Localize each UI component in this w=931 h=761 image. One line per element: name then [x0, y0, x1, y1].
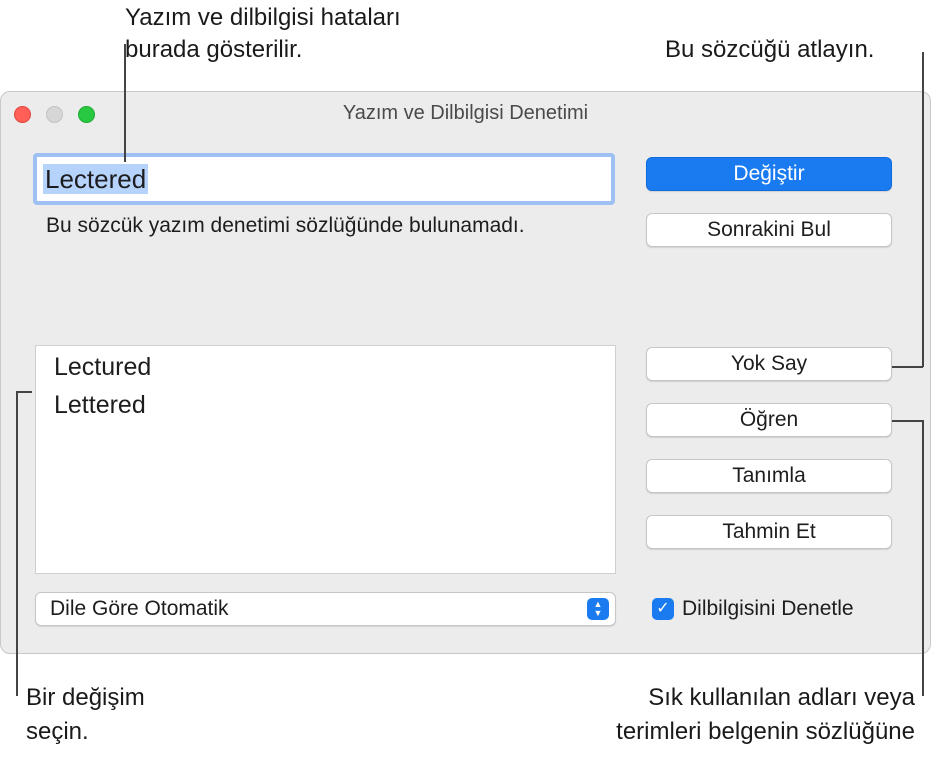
- status-message: Bu sözcük yazım denetimi sözlüğünde bulu…: [46, 214, 525, 237]
- callout-choose-line1: Bir değişim: [26, 684, 145, 711]
- find-next-button[interactable]: Sonrakini Bul: [646, 213, 892, 247]
- callout-learn-line1: Sık kullanılan adları veya: [648, 684, 915, 711]
- misspelled-word-text: Lectered: [43, 164, 149, 194]
- callout-line-errors: [124, 44, 126, 162]
- change-button[interactable]: Değiştir: [646, 157, 892, 191]
- suggestion-item[interactable]: Lectured: [36, 348, 615, 386]
- callout-line-learn-tick: [892, 420, 923, 422]
- callout-choose-line2: seçin.: [26, 718, 89, 745]
- guess-button[interactable]: Tahmin Et: [646, 515, 892, 549]
- callout-line-ignore: [922, 52, 924, 367]
- misspelled-word-field[interactable]: Lectered: [33, 153, 615, 205]
- callout-line-learn: [922, 420, 924, 696]
- checkmark-icon[interactable]: ✓: [652, 598, 674, 620]
- spelling-grammar-window: Yazım ve Dilbilgisi Denetimi Lectered Bu…: [0, 91, 931, 654]
- callout-line-choose-tick: [16, 391, 32, 393]
- ignore-button[interactable]: Yok Say: [646, 347, 892, 381]
- language-select[interactable]: Dile Göre Otomatik ▲ ▼: [35, 592, 616, 626]
- suggestion-item[interactable]: Lettered: [36, 386, 615, 424]
- callout-line-choose: [16, 391, 18, 696]
- close-window-icon[interactable]: [14, 106, 31, 123]
- define-button[interactable]: Tanımla: [646, 459, 892, 493]
- callout-learn-line2: terimleri belgenin sözlüğüne: [616, 718, 915, 745]
- grammar-check-label: Dilbilgisini Denetle: [682, 597, 854, 620]
- minimize-window-icon[interactable]: [46, 106, 63, 123]
- language-select-value: Dile Göre Otomatik: [50, 597, 229, 620]
- callout-ignore: Bu sözcüğü atlayın.: [665, 36, 875, 63]
- callout-errors-line1: Yazım ve dilbilgisi hataları: [125, 4, 401, 31]
- updown-chevron-icon: ▲ ▼: [587, 598, 609, 620]
- grammar-check-toggle[interactable]: ✓ Dilbilgisini Denetle: [652, 594, 854, 624]
- callout-line-ignore-tick: [892, 366, 923, 368]
- learn-button[interactable]: Öğren: [646, 403, 892, 437]
- suggestions-list[interactable]: Lectured Lettered: [35, 345, 616, 574]
- window-title: Yazım ve Dilbilgisi Denetimi: [342, 102, 589, 124]
- maximize-window-icon[interactable]: [78, 106, 95, 123]
- window-titlebar: Yazım ve Dilbilgisi Denetimi: [1, 92, 930, 134]
- callout-errors-line2: burada gösterilir.: [125, 36, 303, 63]
